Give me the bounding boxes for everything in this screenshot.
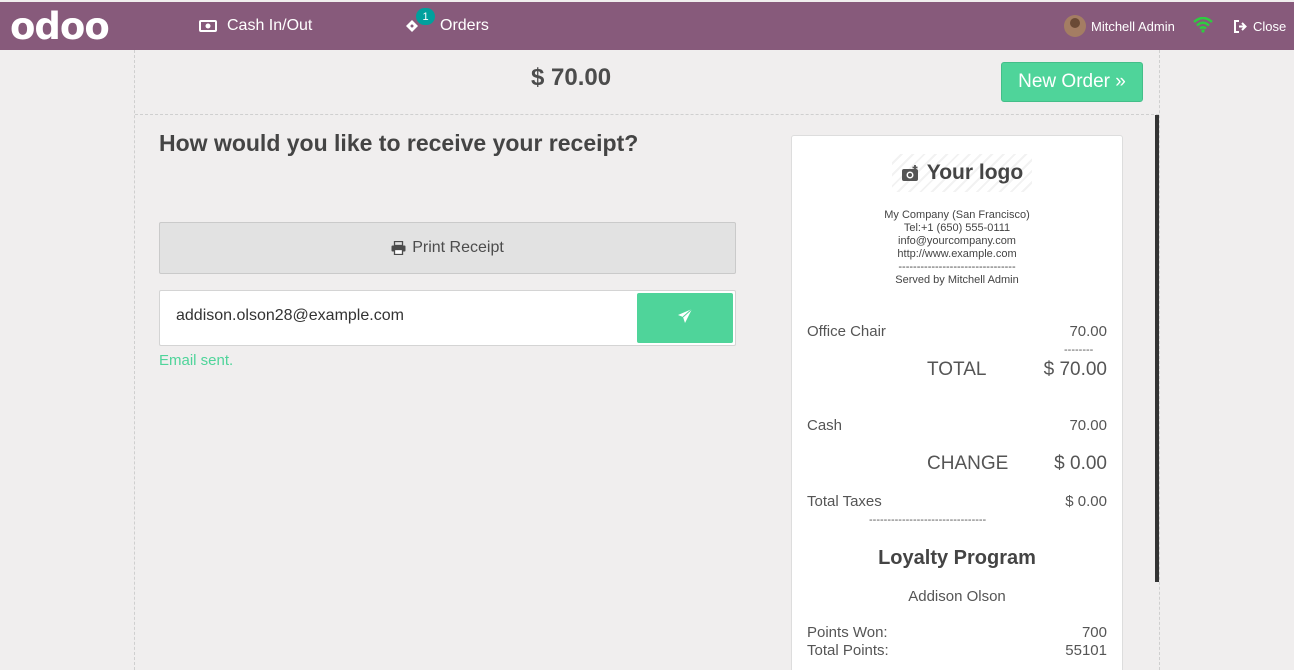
payment-amount: 70.00 [1069,417,1107,434]
total-label: TOTAL [927,359,987,380]
change-value: $ 0.00 [1054,453,1107,474]
close-button[interactable]: Close [1234,2,1286,50]
total-points-value: 55101 [1065,642,1107,659]
total-points-label: Total Points: [807,642,889,659]
payment-row: Cash 70.00 [807,417,1107,434]
company-email: info@yourcompany.com [898,235,1016,247]
orders-button[interactable]: 1 Orders [404,2,489,50]
cash-in-out-label: Cash In/Out [227,17,313,34]
customer-name: Addison Olson [908,588,1006,605]
company-info: My Company (San Francisco) Tel:+1 (650) … [792,209,1122,287]
print-icon [391,241,406,255]
receipt-total-row: TOTAL $ 70.00 [927,359,1107,381]
receipt-question: How would you like to receive your recei… [159,130,639,156]
change-row: CHANGE $ 0.00 [927,453,1107,475]
receipt-line-item: Office Chair 70.00 [807,323,1107,340]
company-website: http://www.example.com [897,248,1017,260]
loyalty-title: Loyalty Program [878,547,1036,569]
points-won-label: Points Won: [807,624,888,641]
camera-icon [901,164,921,182]
print-receipt-label: Print Receipt [412,239,504,256]
line-item-name: Office Chair [807,323,886,340]
send-email-button[interactable] [637,293,733,343]
orders-label: Orders [440,17,489,34]
email-form [159,290,736,346]
receipt-preview: Your logo My Company (San Francisco) Tel… [791,135,1123,670]
receipt-logo: Your logo [892,154,1032,192]
served-by: Served by Mitchell Admin [895,274,1019,286]
taxes-separator: -------------------------------- [869,514,987,526]
change-label: CHANGE [927,453,1009,474]
company-separator: -------------------------------- [898,261,1016,273]
taxes-label: Total Taxes [807,493,882,510]
odoo-logo: odoo [10,5,110,48]
line-separator: -------- [1064,344,1094,356]
total-points-row: Total Points: 55101 [807,642,1107,659]
close-label: Close [1253,18,1287,34]
company-phone: Tel:+1 (650) 555-0111 [903,222,1011,234]
cash-in-out-button[interactable]: Cash In/Out [199,2,312,50]
ticket-icon: 1 [404,8,435,34]
payment-method: Cash [807,417,843,434]
email-input[interactable] [176,307,616,325]
email-status-message: Email sent. [159,352,234,369]
sign-out-icon [1234,19,1248,33]
points-won-value: 700 [1081,624,1107,641]
user-menu[interactable]: Mitchell Admin [1064,2,1175,50]
taxes-value: $ 0.00 [1065,493,1107,510]
order-total: $ 70.00 [531,64,612,91]
scrollbar[interactable] [1155,115,1159,582]
receipt-logo-text: Your logo [926,161,1024,184]
receipt-screen: $ 70.00 New Order » How would you like t… [134,50,1160,670]
orders-count-badge: 1 [416,8,435,25]
money-icon [199,19,217,33]
wifi-icon[interactable] [1193,16,1213,38]
company-name: My Company (San Francisco) [884,209,1030,221]
top-bar: odoo Cash In/Out 1 Orders Mitchell Admin… [0,0,1294,50]
taxes-row: Total Taxes $ 0.00 [807,493,1107,510]
avatar [1064,15,1086,37]
points-won-row: Points Won: 700 [807,624,1107,641]
print-receipt-button[interactable]: Print Receipt [159,222,736,274]
line-item-price: 70.00 [1069,323,1107,340]
paper-plane-icon [677,308,693,329]
total-value: $ 70.00 [1043,359,1107,380]
screen-top-bar: $ 70.00 New Order » [135,50,1159,115]
user-name: Mitchell Admin [1091,18,1175,34]
new-order-button[interactable]: New Order » [1001,62,1143,102]
